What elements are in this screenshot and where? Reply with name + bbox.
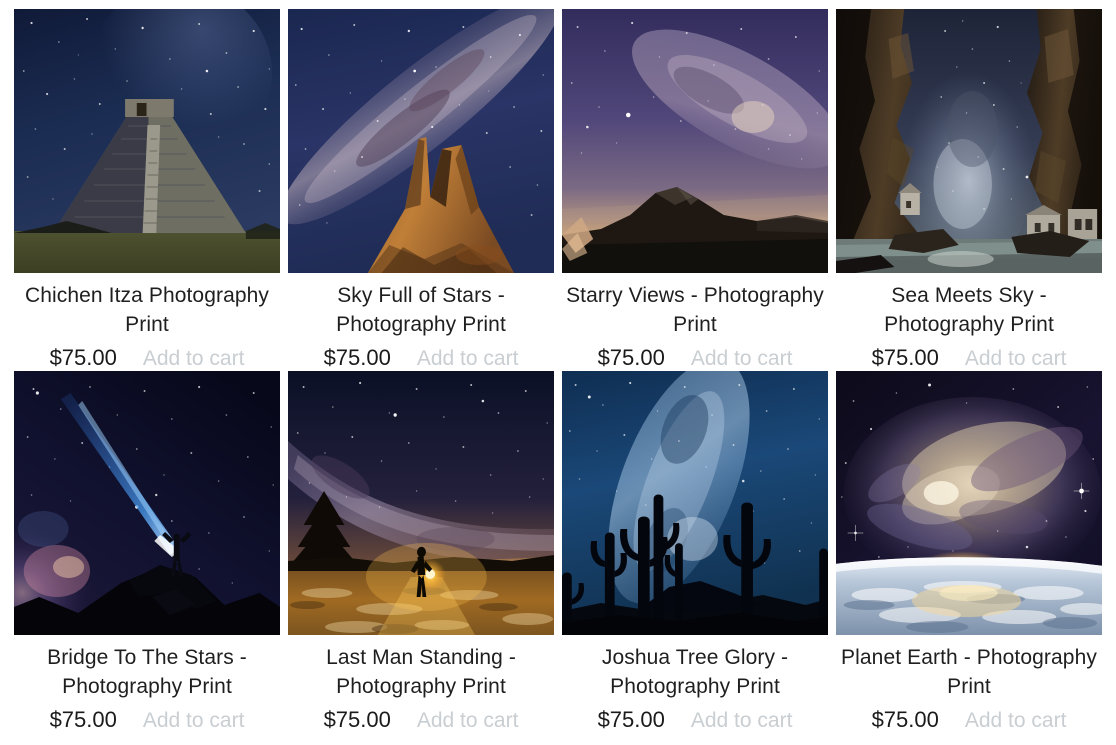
product-meta: $75.00 Add to cart [562,701,828,733]
product-grid: Chichen Itza Photography Print $75.00 Ad… [0,0,1116,733]
product-title[interactable]: Sky Full of Stars - Photography Print [288,273,554,339]
mountain-silhouette-purple-starry-sky-photo [562,9,828,273]
add-to-cart-button[interactable]: Add to cart [965,709,1067,733]
product-image-link[interactable] [836,9,1102,273]
product-meta: $75.00 Add to cart [836,701,1102,733]
add-to-cart-button[interactable]: Add to cart [143,709,245,733]
product-card[interactable]: Chichen Itza Photography Print $75.00 Ad… [14,9,280,371]
product-image-link[interactable] [14,371,280,635]
product-title[interactable]: Planet Earth - Photography Print [836,635,1102,701]
product-image-link[interactable] [288,9,554,273]
product-price: $75.00 [49,345,117,370]
rock-spires-milky-way-photo [288,9,554,273]
product-title[interactable]: Bridge To The Stars - Photography Print [14,635,280,701]
product-card[interactable]: Starry Views - Photography Print $75.00 … [562,9,828,371]
product-title[interactable]: Starry Views - Photography Print [562,273,828,339]
person-light-beam-rock-arch-photo [14,371,280,635]
product-price: $75.00 [597,345,665,370]
product-title[interactable]: Joshua Tree Glory - Photography Print [562,635,828,701]
product-image-link[interactable] [562,371,828,635]
product-meta: $75.00 Add to cart [562,339,828,371]
product-price: $75.00 [871,345,939,370]
product-price: $75.00 [323,345,391,370]
add-to-cart-button[interactable]: Add to cart [965,347,1067,371]
add-to-cart-button[interactable]: Add to cart [691,347,793,371]
product-meta: $75.00 Add to cart [836,339,1102,371]
product-price: $75.00 [49,707,117,732]
product-image-link[interactable] [14,9,280,273]
saguaro-cactus-silhouettes-blue-milky-way-photo [562,371,828,635]
product-title[interactable]: Sea Meets Sky - Photography Print [836,273,1102,339]
product-image-link[interactable] [288,371,554,635]
product-meta: $75.00 Add to cart [288,701,554,733]
earth-horizon-galaxy-sunrise-photo [836,371,1102,635]
product-price: $75.00 [871,707,939,732]
product-meta: $75.00 Add to cart [288,339,554,371]
add-to-cart-button[interactable]: Add to cart [691,709,793,733]
product-card[interactable]: Bridge To The Stars - Photography Print … [14,371,280,733]
product-title[interactable]: Chichen Itza Photography Print [14,273,280,339]
product-meta: $75.00 Add to cart [14,339,280,371]
product-image-link[interactable] [562,9,828,273]
product-price: $75.00 [323,707,391,732]
sea-cave-cliffs-milky-way-photo [836,9,1102,273]
product-card[interactable]: Planet Earth - Photography Print $75.00 … [836,371,1102,733]
product-card[interactable]: Sea Meets Sky - Photography Print $75.00… [836,9,1102,371]
product-card[interactable]: Last Man Standing - Photography Print $7… [288,371,554,733]
chichen-itza-pyramid-starry-night-photo [14,9,280,273]
product-price: $75.00 [597,707,665,732]
product-meta: $75.00 Add to cart [14,701,280,733]
product-image-link[interactable] [836,371,1102,635]
product-title[interactable]: Last Man Standing - Photography Print [288,635,554,701]
lone-figure-lantern-snow-milky-way-photo [288,371,554,635]
add-to-cart-button[interactable]: Add to cart [417,347,519,371]
add-to-cart-button[interactable]: Add to cart [143,347,245,371]
add-to-cart-button[interactable]: Add to cart [417,709,519,733]
product-card[interactable]: Sky Full of Stars - Photography Print $7… [288,9,554,371]
product-card[interactable]: Joshua Tree Glory - Photography Print $7… [562,371,828,733]
